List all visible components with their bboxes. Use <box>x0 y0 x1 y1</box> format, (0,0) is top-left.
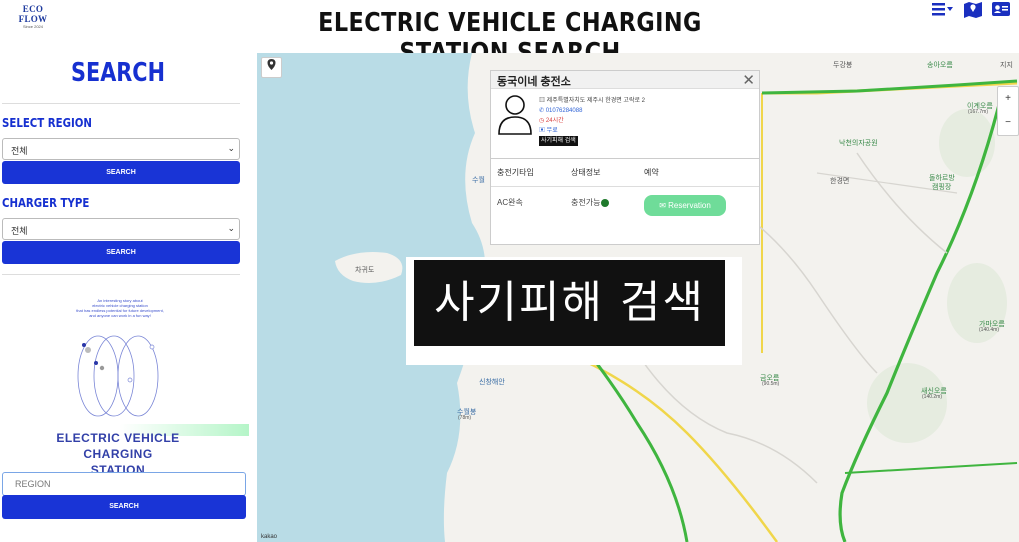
map-label: (140.2m) <box>922 394 943 400</box>
column-header: 예약 <box>644 168 659 177</box>
promo-line: and anyone can work in a fun way! <box>89 313 151 318</box>
building-icon: ▥ <box>539 98 547 104</box>
map-label: 캠핑장 <box>932 184 952 191</box>
status-dot <box>601 198 610 207</box>
address-row: ▥ 제주특별자치도 제주시 한경면 고락로 2 <box>539 96 645 106</box>
hours-row: ◷ 24시간 <box>539 116 645 126</box>
map-attribution: kakao <box>261 534 278 540</box>
sidebar: SEARCH SELECT REGION 전체 ⌄ SEARCH CHARGER… <box>0 52 249 542</box>
map-label: (78m) <box>458 415 472 421</box>
top-nav-icons <box>931 0 1011 21</box>
region-search-button[interactable]: SEARCH <box>2 161 240 184</box>
region-select-value: 전체 <box>11 146 28 156</box>
menu-icon[interactable] <box>931 0 955 21</box>
map-label: (90.5m) <box>762 381 780 387</box>
logo[interactable]: ECO FLOW Since 2024 <box>8 4 58 29</box>
magnified-fraud-label: 사기피해 검색 <box>414 260 725 346</box>
station-info-popup: 동국이네 충전소 ✕ ▥ 제주특별자치도 제주시 한경면 고락로 2 ✆ 010… <box>490 70 760 245</box>
parking-fee: 무료 <box>546 128 558 134</box>
charger-type-select[interactable]: 전체 ⌄ <box>2 218 240 240</box>
charger-type-cell: AC완속 <box>497 198 523 207</box>
map-label: (167.7m) <box>968 109 989 115</box>
current-location-button[interactable] <box>261 57 282 78</box>
parking-icon: ▣ <box>539 128 547 134</box>
station-address: 제주특별자치도 제주시 한경면 고락로 2 <box>546 98 645 104</box>
promo-caption-line: ELECTRIC VEHICLE CHARGING <box>56 431 180 461</box>
region-select[interactable]: 전체 ⌄ <box>2 138 240 160</box>
column-header: 상태정보 <box>571 168 601 177</box>
charger-type-select-value: 전체 <box>11 226 28 236</box>
map-zoom-control: + − <box>997 86 1019 136</box>
chevron-down-icon: ⌄ <box>227 143 235 153</box>
phone-icon: ✆ <box>539 108 546 114</box>
clock-icon: ◷ <box>539 118 546 124</box>
map-label: (140.4m) <box>979 327 1000 333</box>
fraud-search-button[interactable]: 사기피해 검색 <box>539 136 578 146</box>
station-hours: 24시간 <box>545 118 564 124</box>
map-label: 송아오름 <box>927 62 953 69</box>
charger-type-label: CHARGER TYPE <box>2 196 90 210</box>
divider <box>2 274 240 275</box>
region-label: SELECT REGION <box>2 116 92 130</box>
logo-since: Since 2024 <box>22 24 43 29</box>
chevron-down-icon: ⌄ <box>227 223 235 233</box>
profile-card-icon[interactable] <box>991 0 1011 21</box>
map-label: 수월 <box>472 177 485 184</box>
status-text: 충전가능 <box>571 198 601 207</box>
map-icon[interactable] <box>963 0 983 21</box>
status-cell: 충전가능 <box>571 197 610 208</box>
mail-icon: ✉ <box>659 201 669 210</box>
divider <box>2 103 240 104</box>
popup-header: 동국이네 충전소 ✕ <box>491 71 759 89</box>
station-name: 동국이네 충전소 <box>497 76 571 88</box>
app-page: ECO FLOW Since 2024 ELECTRIC VEHICLE CHA… <box>0 0 1019 542</box>
region-input-search-button[interactable]: SEARCH <box>2 495 246 519</box>
promo-illustration <box>77 335 159 417</box>
divider <box>491 186 759 187</box>
reservation-label: Reservation <box>668 201 711 210</box>
promo-text: An interesting story about electric vehi… <box>60 298 180 318</box>
divider <box>491 158 759 159</box>
map-label: 두강봉 <box>833 62 853 69</box>
column-header: 충전기타입 <box>497 168 534 177</box>
close-icon[interactable]: ✕ <box>742 71 755 89</box>
zoom-in-button[interactable]: + <box>998 87 1018 111</box>
logo-name: ECO FLOW <box>18 4 48 24</box>
station-details: ▥ 제주특별자치도 제주시 한경면 고락로 2 ✆ 01076284088 ◷ … <box>539 96 645 146</box>
map-label: 신창해안 <box>479 379 505 386</box>
phone-row: ✆ 01076284088 <box>539 106 645 116</box>
fee-row: ▣ 무료 <box>539 126 645 136</box>
map-label: 차귀도 <box>355 267 375 274</box>
zoom-out-button[interactable]: − <box>998 111 1018 135</box>
sidebar-title: SEARCH <box>71 58 165 88</box>
avatar <box>498 95 532 135</box>
magnified-callout: 사기피해 검색 <box>406 257 742 365</box>
station-phone: 01076284088 <box>545 108 583 114</box>
reservation-button[interactable]: ✉ Reservation <box>644 195 726 216</box>
map-label: 지지 <box>1000 62 1013 69</box>
map-label: 한경면 <box>830 178 850 185</box>
promo-caption: ELECTRIC VEHICLE CHARGING STATION <box>20 430 216 478</box>
charger-search-button[interactable]: SEARCH <box>2 241 240 264</box>
map-label: 낙천의자공원 <box>839 140 878 147</box>
region-search-input[interactable]: REGION <box>2 472 246 496</box>
